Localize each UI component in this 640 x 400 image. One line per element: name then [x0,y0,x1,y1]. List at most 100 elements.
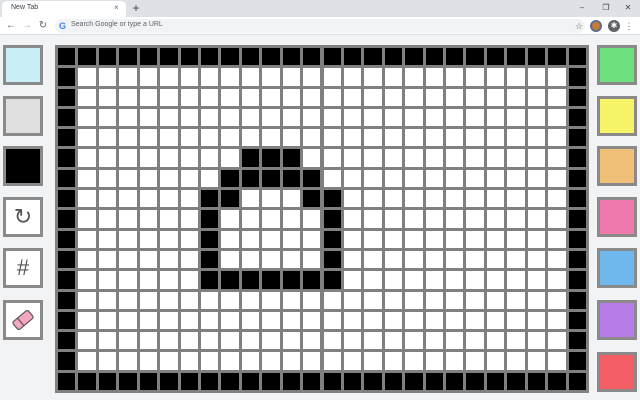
grid-cell[interactable] [364,149,382,167]
grid-cell[interactable] [425,372,444,390]
grid-cell[interactable] [282,190,301,208]
grid-cell[interactable] [119,88,137,106]
grid-cell[interactable] [507,190,525,208]
grid-cell[interactable] [446,230,464,248]
grid-cell[interactable] [343,372,362,390]
grid-cell[interactable] [548,250,566,269]
grid-cell[interactable] [548,210,566,228]
grid-cell[interactable] [58,230,76,248]
grid-cell[interactable] [303,48,321,66]
bookmark-star-icon[interactable]: ☆ [572,19,586,33]
grid-cell[interactable] [384,149,403,167]
grid-cell[interactable] [282,271,301,289]
grid-cell[interactable] [507,291,525,309]
grid-cell[interactable] [568,332,586,350]
grid-cell[interactable] [221,352,239,370]
grid-cell[interactable] [384,352,403,370]
grid-cell[interactable] [221,129,239,147]
grid-cell[interactable] [200,108,219,127]
grid-cell[interactable] [568,169,586,188]
grid-cell[interactable] [548,352,566,370]
grid-cell[interactable] [568,311,586,330]
grid-cell[interactable] [364,88,382,106]
grid-cell[interactable] [139,169,158,188]
grid-cell[interactable] [78,250,96,269]
grid-cell[interactable] [78,332,96,350]
grid-cell[interactable] [568,149,586,167]
grid-cell[interactable] [200,372,219,390]
grid-cell[interactable] [303,352,321,370]
grid-cell[interactable] [527,48,546,66]
grid-cell[interactable] [78,68,96,86]
grid-cell[interactable] [486,108,505,127]
grid-cell[interactable] [98,311,117,330]
grid-cell[interactable] [160,271,178,289]
grid-cell[interactable] [343,230,362,248]
grid-cell[interactable] [221,48,239,66]
grid-cell[interactable] [282,372,301,390]
grid-cell[interactable] [160,68,178,86]
grid-cell[interactable] [221,250,239,269]
restore-icon[interactable]: ❐ [596,2,616,14]
grid-cell[interactable] [425,48,444,66]
grid-cell[interactable] [384,291,403,309]
grid-cell[interactable] [303,88,321,106]
grid-cell[interactable] [303,250,321,269]
grid-cell[interactable] [221,169,239,188]
grid-cell[interactable] [405,108,423,127]
grid-cell[interactable] [446,372,464,390]
grid-cell[interactable] [405,68,423,86]
grid-cell[interactable] [568,250,586,269]
back-icon[interactable]: ← [4,19,18,33]
left-tool-0[interactable] [3,45,43,85]
grid-cell[interactable] [527,230,546,248]
grid-cell[interactable] [507,352,525,370]
grid-cell[interactable] [241,271,260,289]
grid-cell[interactable] [221,332,239,350]
grid-cell[interactable] [507,271,525,289]
grid-cell[interactable] [282,250,301,269]
grid-cell[interactable] [241,250,260,269]
grid-cell[interactable] [241,68,260,86]
grid-cell[interactable] [200,250,219,269]
grid-cell[interactable] [446,190,464,208]
grid-cell[interactable] [139,88,158,106]
grid-cell[interactable] [568,68,586,86]
grid-cell[interactable] [364,169,382,188]
grid-cell[interactable] [466,129,484,147]
grid-cell[interactable] [180,372,198,390]
grid-cell[interactable] [160,149,178,167]
grid-cell[interactable] [425,190,444,208]
grid-cell[interactable] [323,372,341,390]
grid-cell[interactable] [180,210,198,228]
grid-cell[interactable] [568,108,586,127]
grid-cell[interactable] [282,129,301,147]
grid-cell[interactable] [527,372,546,390]
grid-cell[interactable] [139,108,158,127]
grid-cell[interactable] [160,108,178,127]
grid-cell[interactable] [282,88,301,106]
grid-cell[interactable] [78,311,96,330]
grid-cell[interactable] [241,372,260,390]
grid-cell[interactable] [323,271,341,289]
color-pink-button[interactable] [597,197,637,237]
grid-cell[interactable] [180,129,198,147]
grid-cell[interactable] [58,372,76,390]
grid-cell[interactable] [119,271,137,289]
grid-cell[interactable] [262,149,280,167]
grid-cell[interactable] [405,271,423,289]
grid-cell[interactable] [303,169,321,188]
grid-cell[interactable] [343,311,362,330]
grid-cell[interactable] [446,352,464,370]
grid-cell[interactable] [568,210,586,228]
grid-cell[interactable] [98,372,117,390]
grid-cell[interactable] [58,190,76,208]
grid-cell[interactable] [323,68,341,86]
grid-cell[interactable] [303,108,321,127]
grid-cell[interactable] [119,129,137,147]
grid-cell[interactable] [303,230,321,248]
grid-cell[interactable] [98,149,117,167]
left-tool-1[interactable] [3,96,43,136]
pixel-canvas[interactable] [55,45,589,393]
grid-cell[interactable] [262,68,280,86]
